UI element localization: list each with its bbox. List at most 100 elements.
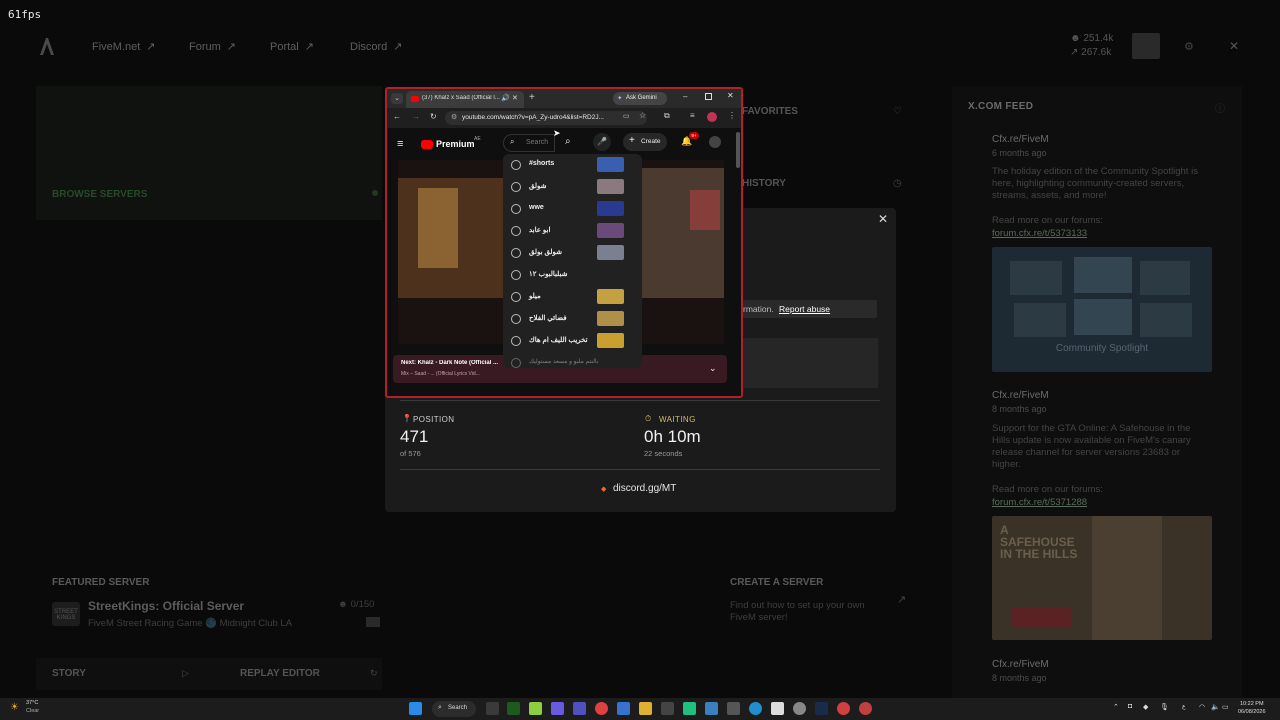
tab-search-icon[interactable]: ⌄ [391,93,403,104]
nav-link-forum[interactable]: Forum ↗ [189,40,236,53]
fivem-taskbar-icon[interactable] [507,702,520,715]
voice-search-icon[interactable]: 🎤 [593,133,611,151]
youtube-search-input[interactable]: ⌕ Search [503,134,555,152]
safehouse-image[interactable]: A SAFEHOUSE IN THE HILLS [992,516,1212,640]
create-server-label[interactable]: CREATE A SERVER [730,577,823,588]
notepad-icon[interactable] [771,702,784,715]
nav-link-portal[interactable]: Portal ↗ [270,40,314,53]
expand-chevron-icon[interactable]: ⌄ [709,363,717,374]
task-view-icon[interactable] [486,702,499,715]
volume-icon[interactable]: 🔈 [1211,703,1220,711]
players-icon: ☻ [1070,33,1084,44]
community-spotlight-image[interactable]: Community Spotlight [992,247,1212,372]
media-controls-icon[interactable]: ≡ [690,111,695,120]
nav-link-fivem[interactable]: FiveM.net ↗ [92,40,156,53]
forward-icon[interactable]: → [412,112,420,121]
app-icon[interactable] [793,702,806,715]
feed-post-link[interactable]: forum.cfx.re/t/5371288 [992,497,1087,508]
tab-close-icon[interactable]: ✕ [512,94,518,102]
tab-audio-icon[interactable]: 🔊 [501,94,510,102]
suggestion-text: بالنتم ملبو و مسعد مستوليك [529,359,599,365]
suggestion-item[interactable]: wwe [503,198,642,220]
close-app-icon[interactable]: ✕ [1229,39,1239,53]
steam-icon[interactable] [815,702,828,715]
microphone-icon[interactable]: 🎙 [1160,703,1169,711]
site-info-icon[interactable]: ⚙ [451,113,457,121]
search-submit-icon[interactable]: ⌕ [565,136,571,147]
ask-gemini-button[interactable]: ✦ Ask Gemini [613,92,667,105]
settings-gear-icon[interactable]: ⚙ [1184,40,1194,53]
suggestion-item[interactable]: ميلو [503,286,642,308]
suggestion-item[interactable]: شبلبالبوب ١٢ [503,264,642,286]
taskbar-search[interactable]: ⌕ Search [432,701,476,717]
youtube-avatar[interactable] [709,136,721,148]
chrome-icon[interactable] [859,702,872,715]
suggestion-item[interactable]: #shorts [503,154,642,176]
active-tab[interactable]: (37) Khalz x Saad (Official I... 🔊 ✕ [406,91,524,108]
history-icon [511,358,521,368]
app-icon[interactable] [683,702,696,715]
history-icon [511,248,521,258]
back-icon[interactable]: ← [393,112,401,121]
suggestion-item[interactable]: فضائي الفلاح [503,308,642,330]
bookmark-star-icon[interactable]: ☆ [639,111,646,120]
tray-overflow-icon[interactable]: ⌃ [1113,703,1119,711]
chrome-icon[interactable] [837,702,850,715]
tray-app-icon[interactable]: ◘ [1128,703,1132,710]
user-avatar[interactable] [1132,33,1160,59]
close-window-icon[interactable]: ✕ [727,91,734,100]
replay-editor-label[interactable]: REPLAY EDITOR [240,668,320,679]
discord-link[interactable]: discord.gg/MT [613,483,676,494]
profile-avatar[interactable] [707,112,717,122]
app-icon[interactable] [617,702,630,715]
image-caption: Community Spotlight [1055,343,1149,354]
calculator-icon[interactable] [661,702,674,715]
battery-icon[interactable]: ▭ [1222,703,1229,711]
edge-icon[interactable] [749,702,762,715]
report-abuse-link[interactable]: Report abuse [779,304,830,314]
file-explorer-icon[interactable] [639,702,652,715]
extensions-icon[interactable]: ⧉ [664,111,670,121]
tray-app-icon[interactable]: ◆ [1143,703,1148,711]
app-icon[interactable] [529,702,542,715]
app-icon[interactable] [727,702,740,715]
reload-icon[interactable]: ↻ [430,112,437,121]
minimize-icon[interactable]: – [683,92,687,101]
favorites-label[interactable]: FAVORITES [742,106,798,117]
fivem-logo-icon[interactable] [38,36,56,56]
chrome-icon[interactable] [595,702,608,715]
chrome-browser-window[interactable]: ⌄ (37) Khalz x Saad (Official I... 🔊 ✕ +… [385,87,743,398]
teams-icon[interactable] [573,702,586,715]
discord-app-icon[interactable] [551,702,564,715]
suggestion-item[interactable]: شولق بولق [503,242,642,264]
clock-time[interactable]: 10:22 PM [1240,701,1264,707]
suggestion-item[interactable]: بالنتم ملبو و مسعد مستوليك [503,352,642,368]
language-icon[interactable]: ع [1182,703,1186,710]
search-icon: ⌕ [510,137,515,146]
windows-start-icon[interactable] [409,702,422,715]
close-modal-icon[interactable]: ✕ [878,212,888,226]
scrollbar-thumb[interactable] [736,132,740,168]
suggestion-item[interactable]: ابو عابد [503,220,642,242]
feed-post-link[interactable]: forum.cfx.re/t/5373133 [992,228,1087,239]
story-label[interactable]: STORY [52,668,86,679]
suggestion-item[interactable]: شولق [503,176,642,198]
chrome-menu-icon[interactable]: ⋮ [728,111,736,120]
security-icon[interactable] [705,702,718,715]
new-tab-icon[interactable]: + [529,92,535,103]
url-field[interactable]: ⚙ youtube.com/watch?v=pA_Zy-udro4&list=R… [445,111,647,125]
create-label: Create [641,138,661,145]
cast-icon[interactable]: ▭ [623,112,630,120]
maximize-icon[interactable] [705,93,712,100]
info-icon: ⓘ [1215,104,1225,115]
featured-server-name[interactable]: StreetKings: Official Server [88,599,244,613]
wifi-icon[interactable]: ◠ [1199,703,1205,711]
youtube-logo-icon[interactable] [421,140,433,149]
hamburger-menu-icon[interactable]: ≡ [397,138,403,150]
suggestion-item[interactable]: تخريب الليف ام هاك [503,330,642,352]
create-button[interactable]: + Create [623,133,667,151]
nav-link-discord[interactable]: Discord ↗ [350,40,403,53]
clock-date[interactable]: 06/08/2026 [1238,709,1266,715]
weather-icon[interactable]: ☀ [10,702,19,713]
history-label[interactable]: HISTORY [742,178,786,189]
